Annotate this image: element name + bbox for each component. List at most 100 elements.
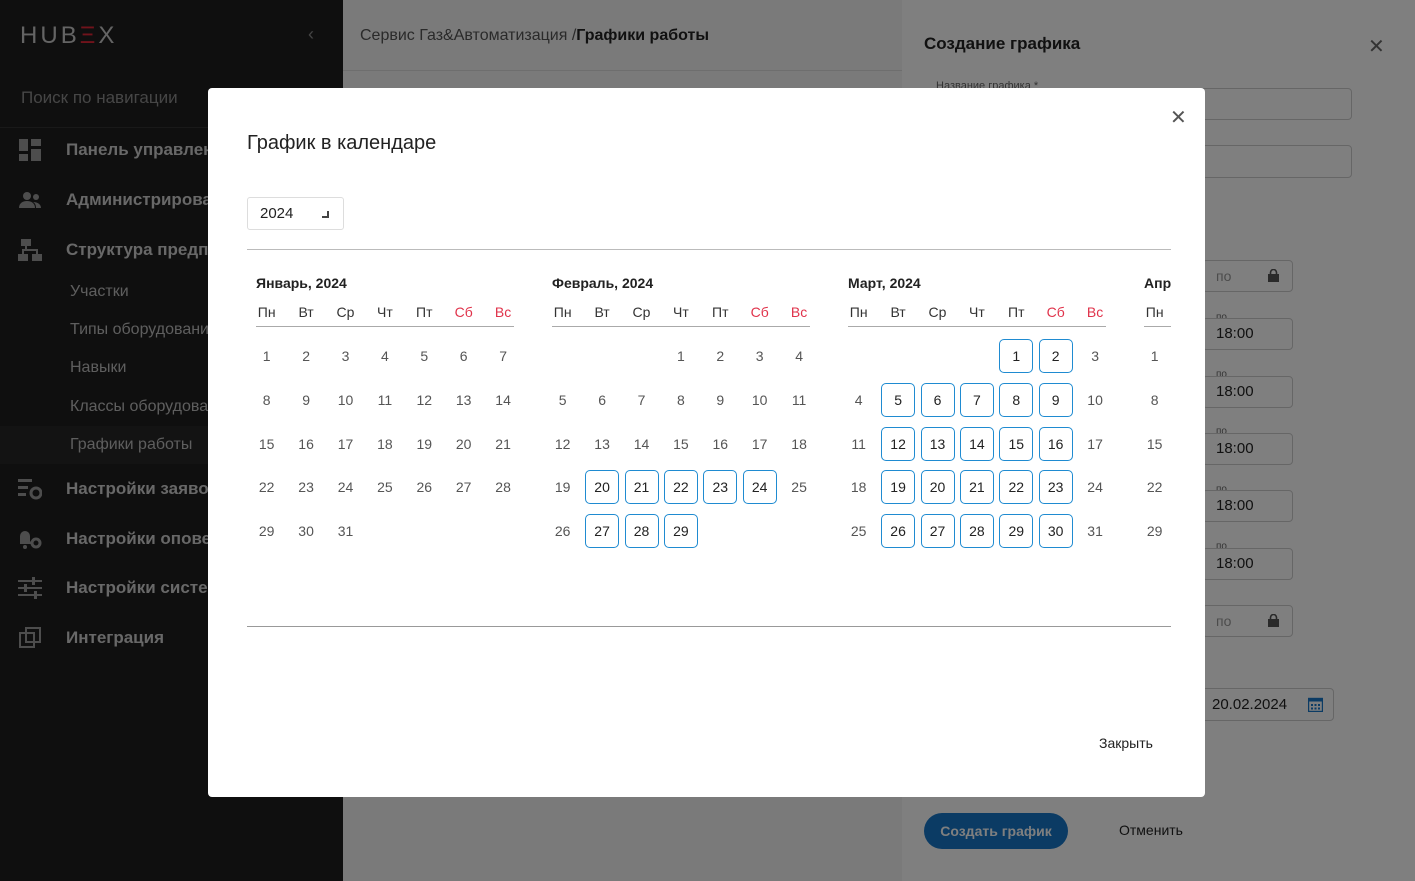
calendar-day[interactable]: 24 bbox=[1078, 470, 1112, 504]
calendar-day-selected[interactable]: 28 bbox=[959, 514, 994, 549]
calendar-day[interactable]: 31 bbox=[1078, 514, 1112, 548]
calendar-day[interactable]: 3 bbox=[743, 339, 777, 373]
calendar-day[interactable]: 2 bbox=[289, 339, 323, 373]
calendar-day[interactable]: 11 bbox=[842, 427, 876, 461]
calendar-day[interactable]: 25 bbox=[842, 514, 876, 548]
calendar-day-selected[interactable]: 24 bbox=[742, 470, 777, 505]
calendar-day[interactable]: 28 bbox=[486, 470, 520, 504]
calendar-day[interactable]: 10 bbox=[743, 383, 777, 417]
calendar-day[interactable]: 12 bbox=[546, 427, 580, 461]
calendar-day[interactable]: 18 bbox=[368, 427, 402, 461]
calendar-day[interactable]: 15 bbox=[664, 427, 698, 461]
calendar-day[interactable]: 1 bbox=[664, 339, 698, 373]
calendar-day-selected[interactable]: 15 bbox=[999, 426, 1034, 461]
calendar-day-selected[interactable]: 1 bbox=[999, 339, 1034, 373]
calendar-day[interactable]: 11 bbox=[368, 383, 402, 417]
calendar-day[interactable]: 29 bbox=[250, 514, 284, 548]
calendar-day[interactable]: 1 bbox=[250, 339, 284, 373]
calendar-day-selected[interactable]: 20 bbox=[585, 470, 620, 505]
calendar-day-selected[interactable]: 27 bbox=[585, 514, 620, 549]
calendar-day-selected[interactable]: 6 bbox=[920, 382, 955, 417]
calendar-day[interactable]: 16 bbox=[703, 427, 737, 461]
calendar-day[interactable]: 15 bbox=[1138, 427, 1171, 461]
calendar-day[interactable]: 3 bbox=[1078, 339, 1112, 373]
calendar-day[interactable]: 13 bbox=[447, 383, 481, 417]
calendar-day[interactable]: 19 bbox=[407, 427, 441, 461]
calendar-day-selected[interactable]: 22 bbox=[999, 470, 1034, 505]
calendar-day-selected[interactable]: 27 bbox=[920, 514, 955, 549]
close-button[interactable]: Закрыть bbox=[1099, 735, 1153, 751]
calendar-day[interactable]: 10 bbox=[329, 383, 363, 417]
calendar-day[interactable]: 8 bbox=[250, 383, 284, 417]
calendar-day-selected[interactable]: 12 bbox=[881, 426, 916, 461]
calendar-day[interactable]: 23 bbox=[289, 470, 323, 504]
calendar-day[interactable]: 4 bbox=[368, 339, 402, 373]
calendar-day-selected[interactable]: 23 bbox=[703, 470, 738, 505]
calendar-day-selected[interactable]: 30 bbox=[1038, 514, 1073, 549]
calendar-day-selected[interactable]: 7 bbox=[959, 382, 994, 417]
calendar-day[interactable]: 22 bbox=[250, 470, 284, 504]
calendar-day[interactable]: 25 bbox=[782, 470, 816, 504]
calendar-day-selected[interactable]: 21 bbox=[624, 470, 659, 505]
calendar-day-selected[interactable]: 22 bbox=[663, 470, 698, 505]
calendar-day-selected[interactable]: 19 bbox=[881, 470, 916, 505]
calendar-day[interactable]: 2 bbox=[703, 339, 737, 373]
calendar-day-selected[interactable]: 13 bbox=[920, 426, 955, 461]
calendar-day-selected[interactable]: 29 bbox=[663, 514, 698, 549]
calendar-day[interactable]: 11 bbox=[782, 383, 816, 417]
calendar-day[interactable]: 17 bbox=[1078, 427, 1112, 461]
modal-close-icon[interactable]: ✕ bbox=[1170, 105, 1187, 130]
calendar-day[interactable]: 26 bbox=[546, 514, 580, 548]
calendar-day[interactable]: 12 bbox=[407, 383, 441, 417]
calendar-day-selected[interactable]: 28 bbox=[624, 514, 659, 549]
calendar-day[interactable]: 17 bbox=[329, 427, 363, 461]
calendar-day[interactable]: 6 bbox=[447, 339, 481, 373]
calendar-day[interactable]: 15 bbox=[250, 427, 284, 461]
calendar-day-selected[interactable]: 26 bbox=[881, 514, 916, 549]
calendar-day[interactable]: 7 bbox=[625, 383, 659, 417]
calendar-day-selected[interactable]: 16 bbox=[1038, 426, 1073, 461]
calendar-day[interactable]: 5 bbox=[546, 383, 580, 417]
month-title: Февраль, 2024 bbox=[552, 275, 654, 291]
calendar-day[interactable]: 3 bbox=[329, 339, 363, 373]
year-select[interactable]: 2024 bbox=[247, 197, 344, 230]
calendar-day[interactable]: 7 bbox=[486, 339, 520, 373]
calendar-day[interactable]: 30 bbox=[289, 514, 323, 548]
calendar-day[interactable]: 4 bbox=[782, 339, 816, 373]
calendar-day-selected[interactable]: 5 bbox=[881, 382, 916, 417]
calendar-day[interactable]: 18 bbox=[842, 470, 876, 504]
calendar-day[interactable]: 9 bbox=[289, 383, 323, 417]
calendar-day-selected[interactable]: 29 bbox=[999, 514, 1034, 549]
calendar-day[interactable]: 1 bbox=[1138, 339, 1171, 373]
calendar-day-selected[interactable]: 14 bbox=[959, 426, 994, 461]
calendar-day[interactable]: 21 bbox=[486, 427, 520, 461]
calendar-day[interactable]: 6 bbox=[585, 383, 619, 417]
calendar-day[interactable]: 14 bbox=[486, 383, 520, 417]
calendar-day[interactable]: 24 bbox=[329, 470, 363, 504]
calendar-day[interactable]: 17 bbox=[743, 427, 777, 461]
calendar-day[interactable]: 4 bbox=[842, 383, 876, 417]
calendar-day-selected[interactable]: 20 bbox=[920, 470, 955, 505]
calendar-day-selected[interactable]: 2 bbox=[1038, 339, 1073, 373]
calendar-day[interactable]: 29 bbox=[1138, 514, 1171, 548]
calendar-day[interactable]: 22 bbox=[1138, 470, 1171, 504]
calendar-day-selected[interactable]: 21 bbox=[959, 470, 994, 505]
calendar-day[interactable]: 27 bbox=[447, 470, 481, 504]
calendar-day[interactable]: 5 bbox=[407, 339, 441, 373]
calendar-day[interactable]: 8 bbox=[664, 383, 698, 417]
calendar-day[interactable]: 13 bbox=[585, 427, 619, 461]
calendar-day[interactable]: 8 bbox=[1138, 383, 1171, 417]
calendar-day-selected[interactable]: 9 bbox=[1038, 382, 1073, 417]
calendar-day[interactable]: 16 bbox=[289, 427, 323, 461]
calendar-day[interactable]: 10 bbox=[1078, 383, 1112, 417]
calendar-day[interactable]: 20 bbox=[447, 427, 481, 461]
calendar-day[interactable]: 9 bbox=[703, 383, 737, 417]
calendar-day[interactable]: 26 bbox=[407, 470, 441, 504]
calendar-day[interactable]: 18 bbox=[782, 427, 816, 461]
calendar-day[interactable]: 31 bbox=[329, 514, 363, 548]
calendar-day[interactable]: 19 bbox=[546, 470, 580, 504]
calendar-day-selected[interactable]: 8 bbox=[999, 382, 1034, 417]
calendar-day-selected[interactable]: 23 bbox=[1038, 470, 1073, 505]
calendar-day[interactable]: 25 bbox=[368, 470, 402, 504]
calendar-day[interactable]: 14 bbox=[625, 427, 659, 461]
